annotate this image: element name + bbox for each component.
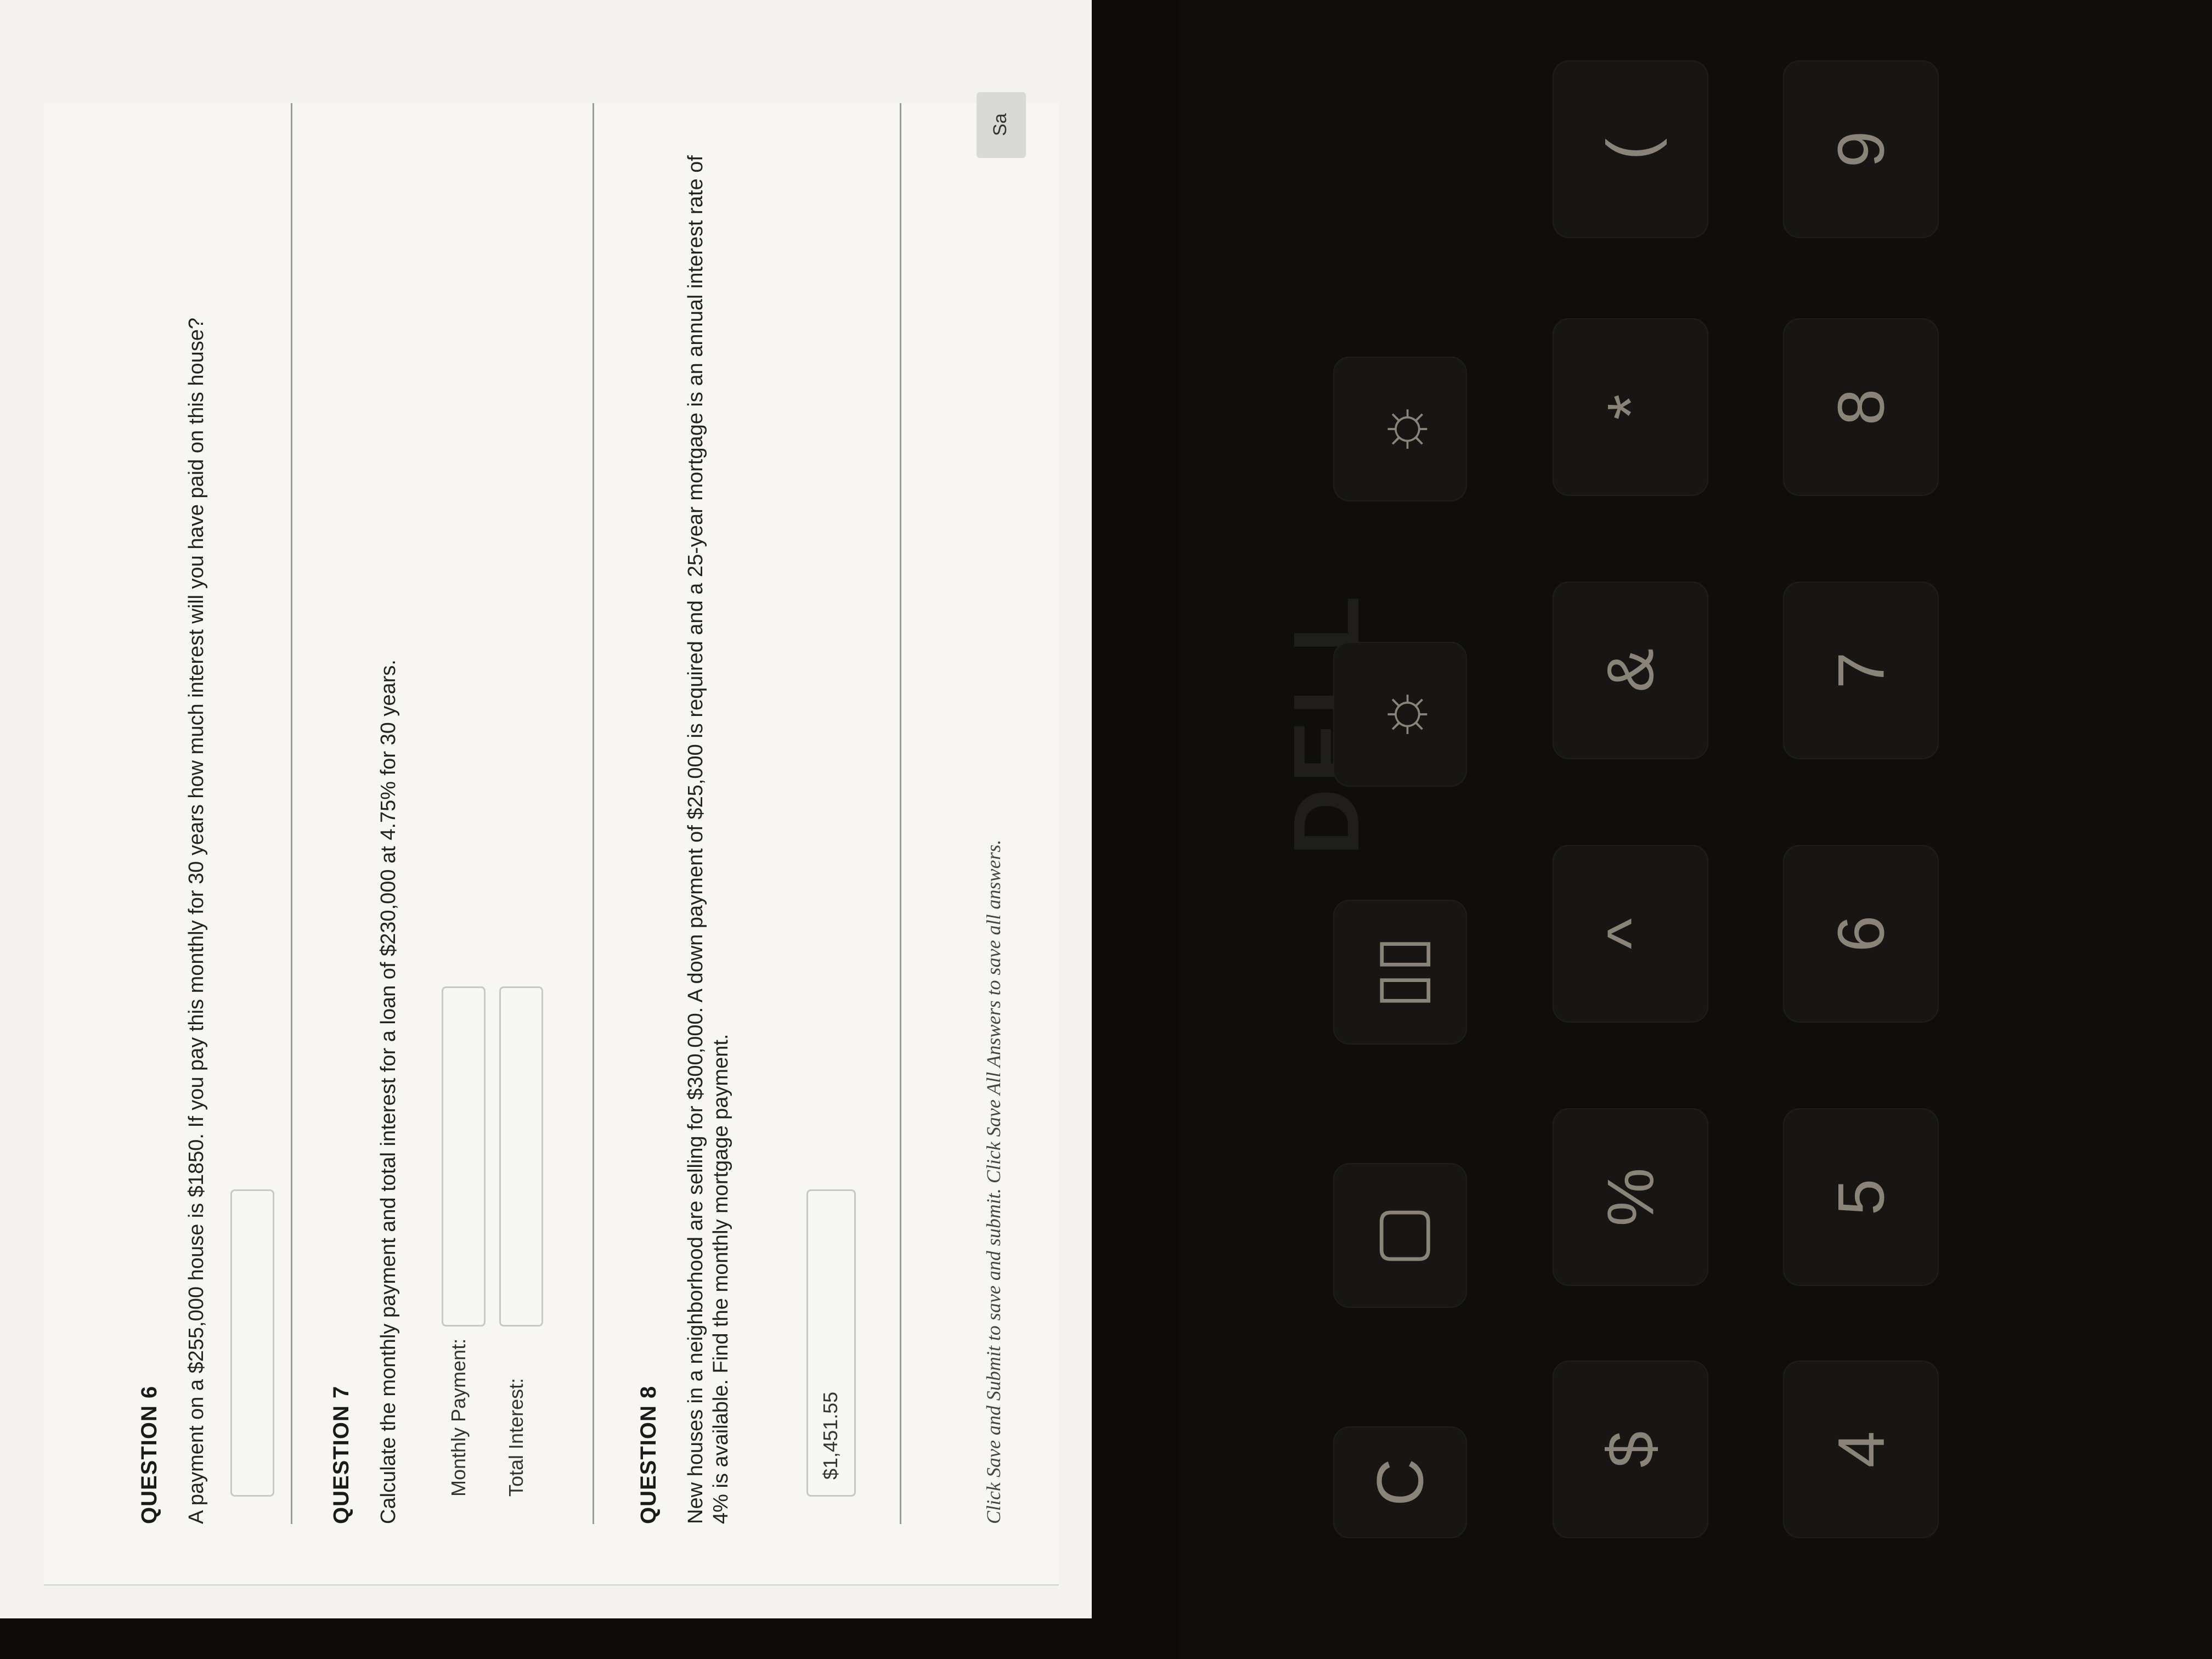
question-text: New houses in a neighborhood are selling… <box>684 155 732 1524</box>
key-label: ▢ <box>1363 1204 1437 1267</box>
question-6: QUESTION 6 A payment on a $255,000 house… <box>137 169 209 1524</box>
keyboard-key: * <box>1553 318 1708 496</box>
keyboard-key: ☼ <box>1333 357 1467 501</box>
key-label: 9 <box>1824 131 1898 168</box>
question-title: QUESTION 7 <box>329 1385 353 1524</box>
key-label: ( <box>1594 138 1667 160</box>
key-label: & <box>1593 648 1667 693</box>
keyboard-key: ▢ <box>1333 1163 1467 1308</box>
question-8: QUESTION 8 New houses in a neighborhood … <box>636 155 733 1524</box>
keyboard-key: ( <box>1553 60 1708 238</box>
question-title: QUESTION 6 <box>137 1385 161 1524</box>
keyboard-key: & <box>1553 582 1708 759</box>
monthly-payment-label: Monthly Payment: <box>447 1338 470 1497</box>
keyboard-key: 7 <box>1783 582 1939 759</box>
keyboard-key: ▯▯ <box>1333 900 1467 1045</box>
key-label: ▯▯ <box>1363 935 1437 1009</box>
key-label: 8 <box>1824 388 1898 426</box>
keyboard-key: C <box>1333 1426 1467 1538</box>
question-text: A payment on a $255,000 house is $1850. … <box>185 317 208 1524</box>
save-instructions: Click Save and Submit to save and submit… <box>983 839 1005 1524</box>
keyboard-key: 5 <box>1783 1108 1939 1286</box>
divider <box>592 103 594 1524</box>
keyboard-key: 6 <box>1783 845 1939 1023</box>
q6-answer-input[interactable] <box>230 1189 274 1497</box>
keyboard-key: 9 <box>1783 60 1939 238</box>
key-label: $ <box>1594 1431 1667 1468</box>
key-label: C <box>1363 1458 1437 1506</box>
key-label: % <box>1593 1167 1667 1227</box>
question-text: Calculate the monthly payment and total … <box>377 659 400 1524</box>
question-title: QUESTION 8 <box>636 1385 661 1524</box>
key-label: * <box>1593 394 1667 420</box>
key-label: 6 <box>1824 915 1898 952</box>
divider <box>900 103 901 1524</box>
divider <box>291 103 292 1524</box>
browser-screen: QUESTION 6 A payment on a $255,000 house… <box>0 0 1092 1618</box>
keyboard-key: $ <box>1553 1361 1708 1538</box>
key-label: 5 <box>1824 1178 1898 1216</box>
key-label: ☼ <box>1363 684 1437 744</box>
key-label: ☼ <box>1363 399 1437 459</box>
save-all-button[interactable]: Sa <box>977 92 1026 158</box>
key-label: ^ <box>1594 918 1667 950</box>
keyboard-key: % <box>1553 1108 1708 1286</box>
key-label: 7 <box>1824 652 1898 689</box>
keyboard-key: ☼ <box>1333 642 1467 787</box>
total-interest-input[interactable] <box>499 986 543 1327</box>
q8-answer-input[interactable]: $1,451.55 <box>806 1189 856 1497</box>
question-7: QUESTION 7 Calculate the monthly payment… <box>329 169 401 1524</box>
monthly-payment-input[interactable] <box>442 986 486 1327</box>
keyboard-key: 8 <box>1783 318 1939 496</box>
keyboard-key: 4 <box>1783 1361 1939 1538</box>
key-label: 4 <box>1824 1431 1898 1468</box>
total-interest-label: Total Interest: <box>505 1378 527 1497</box>
keyboard-key: ^ <box>1553 845 1708 1023</box>
quiz-page: QUESTION 6 A payment on a $255,000 house… <box>44 92 1059 1585</box>
